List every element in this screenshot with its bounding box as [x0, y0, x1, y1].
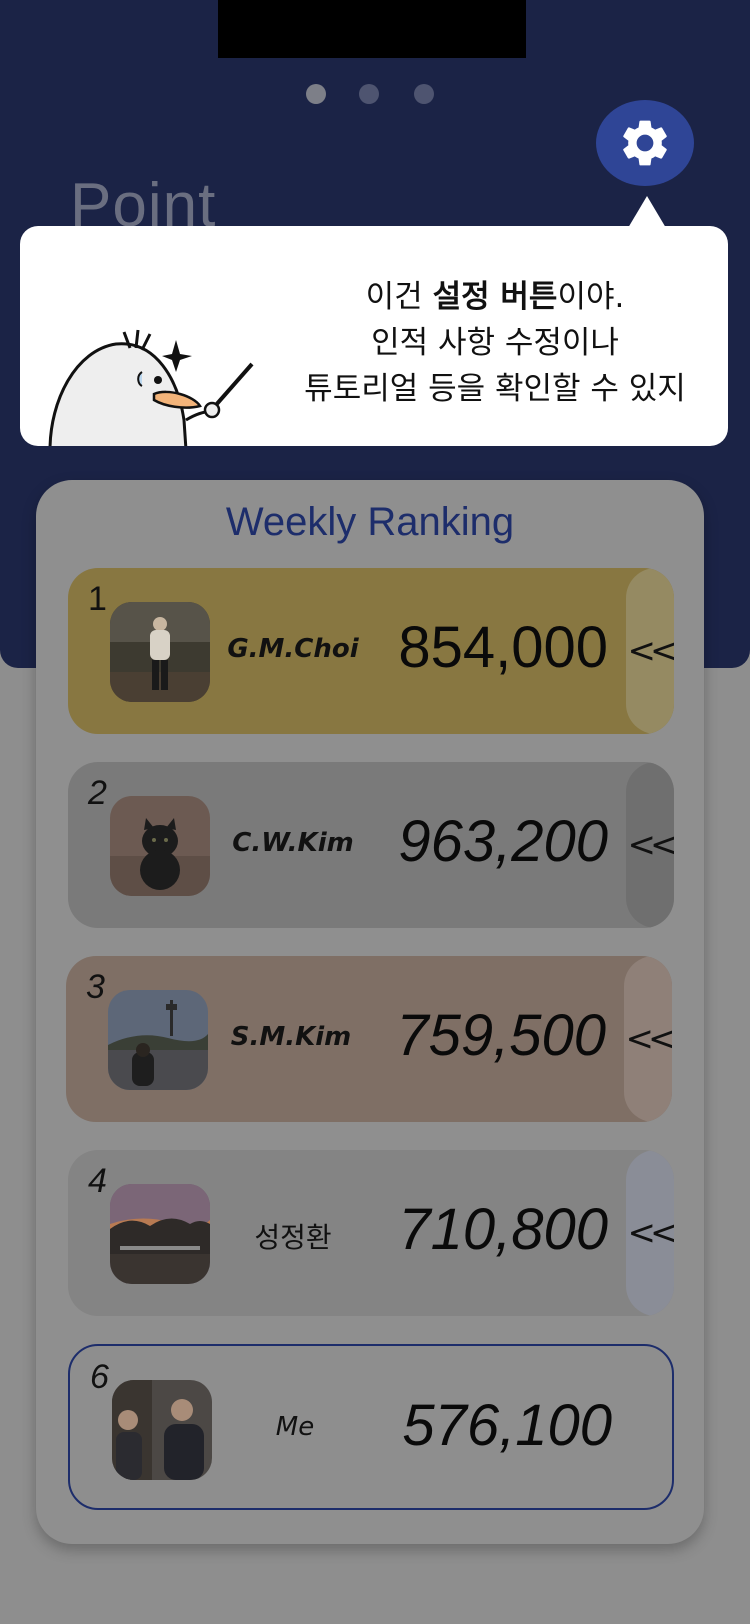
- player-score: 759,500: [396, 1003, 606, 1068]
- rank-number: 6: [90, 1358, 109, 1396]
- player-name: G.M.Choi: [227, 634, 359, 664]
- bird-mascot-icon: [48, 329, 254, 446]
- player-score: 710,800: [398, 1197, 608, 1262]
- tooltip-arrow: [628, 196, 666, 228]
- player-name: C.W.Kim: [232, 828, 354, 858]
- avatar: [112, 1380, 212, 1480]
- page-dot-active[interactable]: [306, 84, 326, 104]
- player-score: 963,200: [398, 809, 608, 874]
- camera-notch: [218, 0, 526, 58]
- settings-button[interactable]: [596, 100, 694, 186]
- page-dot[interactable]: [414, 84, 434, 104]
- my-ranking-row[interactable]: 6 Me 576,100: [68, 1344, 674, 1510]
- tutorial-tooltip[interactable]: 이건 설정 버튼이야. 인적 사항 수정이나 튜토리얼 등을 확인할 수 있지: [20, 226, 728, 446]
- player-score: 854,000: [398, 615, 608, 680]
- player-name: Me: [275, 1412, 315, 1442]
- rank-number: 1: [88, 580, 107, 618]
- double-chevron-left-icon: <<: [627, 1213, 675, 1253]
- double-chevron-left-icon: <<: [627, 825, 675, 865]
- gear-icon: [623, 120, 667, 166]
- player-score: 576,100: [402, 1393, 612, 1458]
- player-name: S.M.Kim: [230, 1022, 352, 1052]
- expand-tab[interactable]: <<: [626, 568, 674, 734]
- avatar: [108, 990, 208, 1090]
- expand-tab[interactable]: <<: [626, 1150, 674, 1316]
- avatar: [110, 602, 210, 702]
- expand-tab[interactable]: <<: [624, 956, 672, 1122]
- tooltip-message: 이건 설정 버튼이야. 인적 사항 수정이나 튜토리얼 등을 확인할 수 있지: [304, 279, 686, 407]
- ranking-row-1[interactable]: 1 G.M.Choi 854,000 <<: [68, 568, 674, 734]
- ranking-row-4[interactable]: 4 성정환 710,800 <<: [68, 1150, 674, 1316]
- expand-tab[interactable]: <<: [626, 762, 674, 928]
- avatar: [110, 796, 210, 896]
- ranking-row-3[interactable]: 3 S.M.Kim 759,500 <<: [66, 956, 672, 1122]
- double-chevron-left-icon: <<: [627, 631, 675, 671]
- rank-number: 3: [86, 968, 105, 1006]
- avatar: [110, 1184, 210, 1284]
- rank-number: 2: [88, 774, 107, 812]
- page-dot[interactable]: [359, 84, 379, 104]
- player-name: 성정환: [254, 1221, 332, 1254]
- double-chevron-left-icon: <<: [625, 1019, 673, 1059]
- ranking-title: Weekly Ranking: [225, 500, 515, 544]
- rank-number: 4: [88, 1162, 107, 1200]
- ranking-row-2[interactable]: 2 C.W.Kim 963,200 <<: [68, 762, 674, 928]
